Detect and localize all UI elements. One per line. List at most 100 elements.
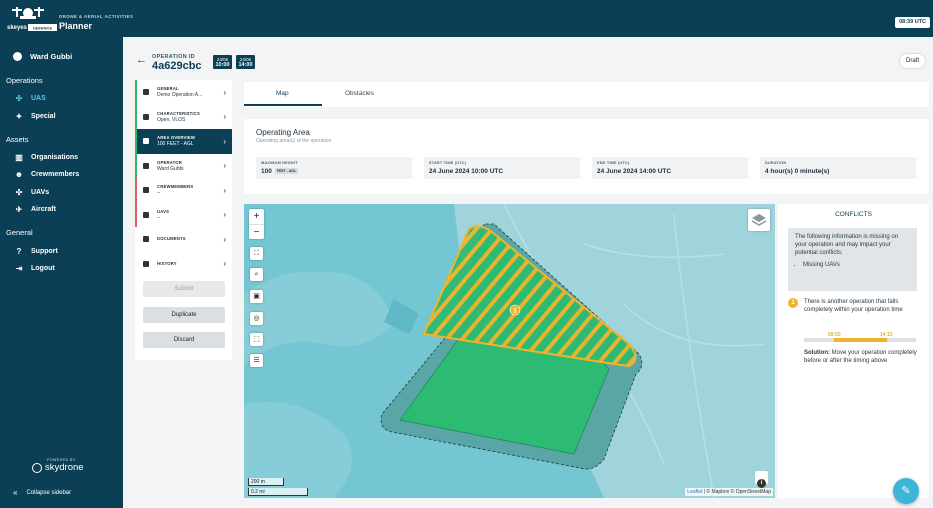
app-title: Planner [59,21,93,31]
discard-button[interactable]: Discard [143,332,225,348]
step-crewmembers[interactable]: CREWMEMBERS -- › [135,178,232,203]
sidebar: Ward Gubbi Operations ✣ UAS ✦ Special As… [0,37,123,508]
conflict-description: There is another operation that falls co… [804,299,903,313]
end-time-value: 24 June 2024 14:00 UTC [597,168,672,175]
step-characteristics[interactable]: CHARACTERISTICS Open, VLOS › [135,104,232,129]
back-arrow-icon[interactable]: ← [136,54,147,66]
duration-value: 4 hour(s) 0 minute(s) [765,168,830,175]
duplicate-button[interactable]: Duplicate [143,307,225,323]
start-time: 10:00 [215,62,230,68]
sidebar-item-uavs[interactable]: ✣ UAVs [13,187,50,197]
leaflet-link[interactable]: Leaflet [687,489,702,495]
double-chevron-left-icon: « [13,488,18,497]
user-profile[interactable]: Ward Gubbi [13,52,72,61]
end-time-field: END TIME (UTC) 24 June 2024 14:00 UTC [592,157,748,179]
sparkle-icon: ✦ [15,111,23,121]
max-height-field: MAXIMUM HEIGHT 100 FEET - AGL [256,157,412,179]
operation-header: ← OPERATION ID 4a629cbc 24/06 10:00 24/0… [123,37,933,77]
drone-icon [143,211,149,218]
area-subtitle: Operating area(s) of the operation [256,138,332,144]
search-icon[interactable]: ⌕ [250,268,263,281]
sidebar-item-uas[interactable]: ✣ UAS [13,93,46,103]
chevron-right-icon: › [223,161,226,171]
start-time-field: START TIME (UTC) 24 June 2024 10:00 UTC [424,157,580,179]
sidebar-item-aircraft[interactable]: ✈ Aircraft [13,204,56,214]
sidebar-item-label: Crewmembers [31,170,80,178]
sidebar-item-organisations[interactable]: ▥ Organisations [13,152,78,162]
fullscreen-icon[interactable]: ⛶ [250,247,263,260]
warning-number-badge: 1 [788,298,798,308]
step-value: -- [157,214,161,221]
land-area [244,271,394,364]
list-icon[interactable]: ☰ [250,354,263,367]
sidebar-item-label: UAVs [31,188,50,196]
solution-label: Solution: [804,350,830,356]
step-value: Open, VLOS [157,116,186,123]
collapse-sidebar-label: Collapse sidebar [26,489,72,496]
sidebar-item-label: Logout [31,264,55,272]
chevron-right-icon: › [223,136,226,146]
conflict-timeline-fill [834,338,887,342]
app-subtitle: DRONE & AERIAL ACTIVITIES [59,14,134,19]
skydrone-logo: skydrone [32,462,84,473]
zoom-control: + − [249,209,264,239]
step-documents[interactable]: DOCUMENTS › [135,227,232,252]
chevron-right-icon: › [223,259,226,269]
building-icon [143,162,149,169]
history-icon [143,260,149,267]
fit-bounds-icon[interactable]: ⬚ [250,333,263,346]
logo-text-defence: DEFENCE [33,26,52,31]
start-time-value: 24 June 2024 10:00 UTC [429,168,504,175]
step-area-overview[interactable]: AREA OVERVIEW 100 FEET - AGL › [135,129,232,154]
chevron-right-icon: › [223,234,226,244]
assets-heading: Assets [6,135,29,144]
collapse-sidebar-button[interactable]: « Collapse sidebar [13,488,71,497]
step-title: DOCUMENTS [157,236,186,242]
draw-polygon-icon[interactable]: ▣ [250,290,263,303]
conflicts-panel: CONFLICTS The following information is m… [778,204,929,498]
chevron-right-icon: › [223,210,226,220]
duration-label: DURATION [765,161,787,165]
step-history[interactable]: HISTORY › [135,251,232,276]
sidebar-item-special[interactable]: ✦ Special [13,111,56,121]
tab-obstacles[interactable]: Obstacles [345,90,374,97]
end-date-chip: 24/06 14:00 [236,55,255,69]
start-time-label: START TIME (UTC) [429,161,467,165]
step-general[interactable]: GENERAL Demo Operation A... › [135,80,232,105]
operating-area-card: Operating Area Operating area(s) of the … [244,119,929,194]
info-button[interactable]: i [755,471,768,488]
zoom-out-button[interactable]: − [249,224,264,239]
zoom-in-button[interactable]: + [249,209,264,224]
file-icon [143,236,149,243]
map-view[interactable]: 1 + − ⛶ ⌕ ▣ ◎ ⬚ ☰ 200 m 0.2 mi i Leaflet… [244,204,775,498]
sidebar-item-logout[interactable]: ⇥ Logout [13,263,55,273]
edit-fab-button[interactable]: ✎ [893,478,919,504]
locate-icon[interactable]: ◎ [250,312,263,325]
tab-map[interactable]: Map [276,90,289,97]
logout-icon: ⇥ [15,263,23,273]
general-heading: General [6,228,33,237]
document-icon [143,89,149,96]
step-uavs[interactable]: UAVS -- › [135,202,232,227]
step-operator[interactable]: OPERATOR Ward Gubbi › [135,153,232,178]
step-value: 100 FEET - AGL [157,141,194,148]
operation-steps: GENERAL Demo Operation A... › CHARACTERIS… [135,80,232,360]
top-bar: skeyes DEFENCE DRONE & AERIAL ACTIVITIES… [0,0,933,37]
submit-button[interactable]: Submit [143,281,225,297]
user-icon [13,52,22,61]
status-badge: Draft [899,54,925,68]
skeyes-logo: skeyes DEFENCE [6,4,58,34]
utc-clock: 08:39 UTC [895,17,930,28]
step-value: Ward Gubbi [157,165,184,172]
drone-icon: ✣ [15,93,23,103]
conflicts-title: CONFLICTS [835,211,872,218]
sidebar-item-support[interactable]: ? Support [13,246,58,256]
help-icon: ? [16,246,22,256]
skydrone-icon [32,462,42,473]
layers-icon[interactable] [748,209,770,231]
sidebar-item-label: Support [31,247,58,255]
chevron-right-icon: › [223,87,226,97]
map-attribution: Leaflet | © Mapbox © OpenStreetMap [685,488,773,496]
sliders-icon [143,113,149,120]
sidebar-item-crewmembers[interactable]: ☻ Crewmembers [13,169,79,179]
